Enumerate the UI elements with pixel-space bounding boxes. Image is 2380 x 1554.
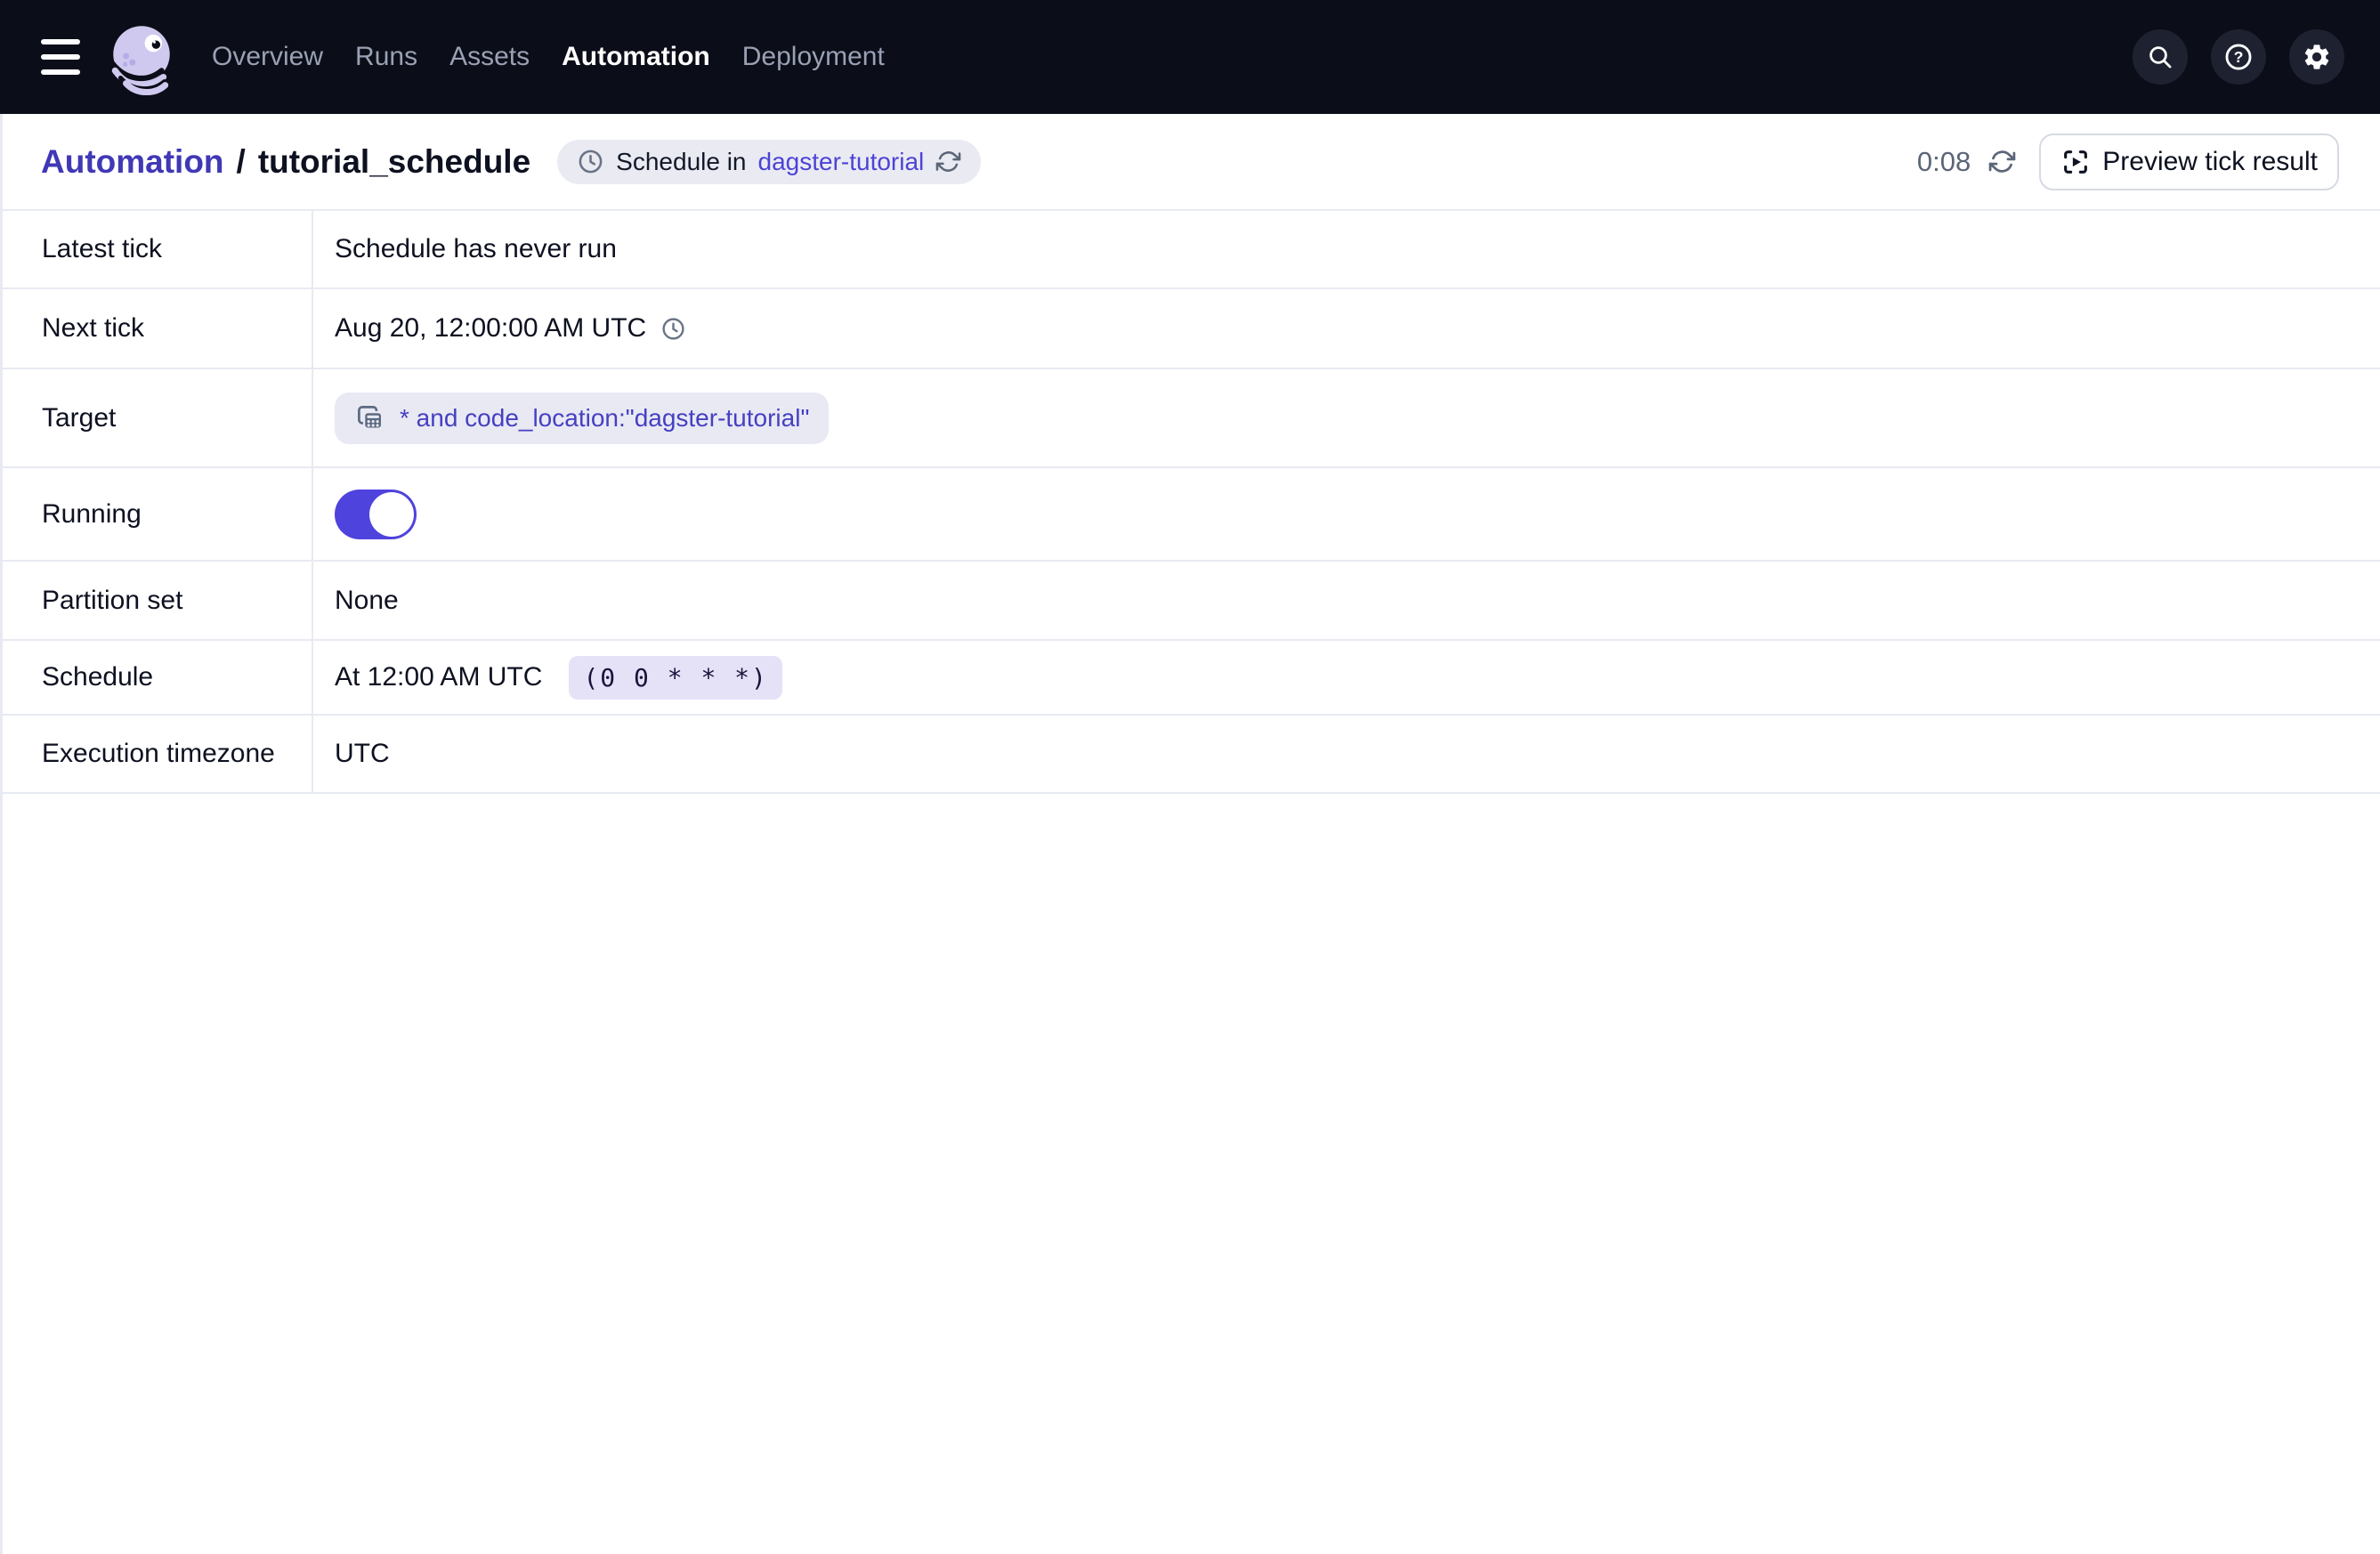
top-navigation-bar: Overview Runs Assets Automation Deployme… <box>0 0 2380 114</box>
asset-selection-tag[interactable]: * and code_location:"dagster-tutorial" <box>335 393 829 444</box>
menu-hamburger-icon[interactable] <box>41 39 80 75</box>
schedule-label: Schedule <box>0 641 313 714</box>
latest-tick-label: Latest tick <box>0 211 313 287</box>
running-toggle[interactable] <box>335 490 417 539</box>
nav-item-overview[interactable]: Overview <box>212 42 323 72</box>
svg-text:?: ? <box>2234 48 2244 66</box>
dagster-schedule-page: Overview Runs Assets Automation Deployme… <box>0 0 2380 1554</box>
row-latest-tick: Latest tick Schedule has never run <box>0 211 2380 289</box>
partition-set-value: None <box>335 586 399 616</box>
sync-icon[interactable] <box>935 149 961 174</box>
asset-selection-text: * and code_location:"dagster-tutorial" <box>400 404 809 433</box>
row-partition-set: Partition set None <box>0 562 2380 641</box>
search-button[interactable] <box>2133 29 2188 85</box>
countdown-timer: 0:08 <box>1917 146 1971 178</box>
execution-timezone-label: Execution timezone <box>0 716 313 792</box>
row-target: Target <box>0 369 2380 468</box>
page-title: tutorial_schedule <box>258 143 530 181</box>
preview-tick-icon <box>2060 147 2091 177</box>
clock-icon <box>660 316 686 342</box>
next-tick-label: Next tick <box>0 289 313 368</box>
search-icon <box>2146 43 2174 71</box>
gear-icon <box>2302 42 2332 72</box>
page-header: Automation / tutorial_schedule Schedule … <box>0 114 2380 211</box>
schedule-location-tag: Schedule in dagster-tutorial <box>557 140 981 184</box>
settings-button[interactable] <box>2289 29 2344 85</box>
partition-set-label: Partition set <box>0 562 313 639</box>
code-location-link[interactable]: dagster-tutorial <box>758 148 925 176</box>
tick-countdown-group: 0:08 <box>1917 146 2016 178</box>
next-tick-value: Aug 20, 12:00:00 AM UTC <box>335 313 646 344</box>
row-execution-timezone: Execution timezone UTC <box>0 716 2380 794</box>
clock-icon <box>577 148 604 175</box>
breadcrumb-separator: / <box>237 143 246 181</box>
row-running: Running <box>0 468 2380 562</box>
breadcrumb-automation-link[interactable]: Automation <box>41 143 224 181</box>
schedule-details-table: Latest tick Schedule has never run Next … <box>0 211 2380 794</box>
asset-selection-icon <box>354 402 386 434</box>
latest-tick-value: Schedule has never run <box>335 234 617 264</box>
nav-item-deployment[interactable]: Deployment <box>742 42 885 72</box>
dagster-logo-icon[interactable] <box>103 19 180 95</box>
header-actions: 0:08 Preview tick result <box>1917 134 2339 190</box>
schedule-location-prefix: Schedule in <box>616 148 746 176</box>
window-left-edge <box>0 114 3 1554</box>
nav-right-actions: ? <box>2133 29 2344 85</box>
breadcrumb: Automation / tutorial_schedule <box>41 143 530 181</box>
preview-button-label: Preview tick result <box>2102 147 2318 177</box>
preview-tick-result-button[interactable]: Preview tick result <box>2039 134 2339 190</box>
nav-item-assets[interactable]: Assets <box>449 42 530 72</box>
help-icon: ? <box>2223 42 2254 72</box>
nav-item-runs[interactable]: Runs <box>355 42 417 72</box>
help-button[interactable]: ? <box>2211 29 2266 85</box>
running-label: Running <box>0 468 313 560</box>
target-label: Target <box>0 369 313 466</box>
cron-expression-tag: (0 0 * * *) <box>569 656 781 700</box>
toggle-knob <box>369 492 414 537</box>
refresh-icon[interactable] <box>1988 148 2016 175</box>
schedule-value: At 12:00 AM UTC <box>335 662 542 692</box>
nav-item-automation[interactable]: Automation <box>562 42 710 72</box>
execution-timezone-value: UTC <box>335 739 390 769</box>
row-next-tick: Next tick Aug 20, 12:00:00 AM UTC <box>0 289 2380 369</box>
row-schedule: Schedule At 12:00 AM UTC (0 0 * * *) <box>0 641 2380 716</box>
primary-nav-links: Overview Runs Assets Automation Deployme… <box>212 42 885 72</box>
